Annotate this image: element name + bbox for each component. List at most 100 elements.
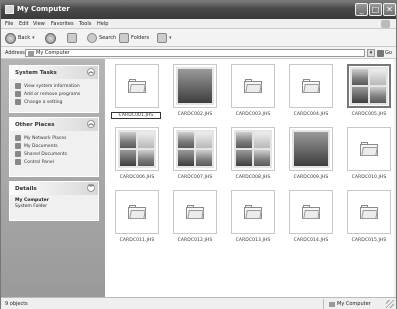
address-input[interactable]: My Computer bbox=[25, 49, 365, 57]
file-item[interactable]: CARDC007.JHS bbox=[167, 127, 223, 189]
file-item[interactable]: CARDC012.JHS bbox=[167, 190, 223, 252]
go-button[interactable]: Go bbox=[377, 49, 395, 57]
photo-thumbnail bbox=[118, 130, 156, 168]
status-location-label: My Computer bbox=[337, 301, 371, 307]
file-item[interactable]: CARDC006.JHS bbox=[109, 127, 165, 189]
search-icon bbox=[87, 33, 97, 43]
maximize-button[interactable]: □ bbox=[369, 3, 382, 16]
folder-up-icon bbox=[67, 33, 77, 43]
file-item[interactable]: CARDC008.JHS bbox=[225, 127, 281, 189]
folder-icon bbox=[231, 190, 275, 234]
go-arrow-icon bbox=[377, 49, 384, 57]
search-button[interactable]: Search bbox=[87, 32, 116, 44]
file-label: CARDC009.JHS bbox=[293, 175, 329, 180]
folder-icon bbox=[115, 64, 159, 108]
other-places-title: Other Places bbox=[15, 122, 55, 128]
file-label: CARDC002.JHS bbox=[177, 112, 213, 117]
explorer-window: My Computer _ □ ✕ File Edit View Favorit… bbox=[0, 0, 397, 309]
scrollbar[interactable] bbox=[394, 59, 396, 297]
forward-arrow-icon bbox=[45, 32, 56, 44]
folder-icon bbox=[360, 142, 378, 156]
collapse-icon[interactable]: ︽ bbox=[87, 68, 95, 76]
file-label: CARDC008.JHS bbox=[235, 175, 271, 180]
menu-tools[interactable]: Tools bbox=[79, 21, 91, 27]
file-label: CARDC011.JHS bbox=[119, 238, 155, 243]
file-item[interactable]: CARDC015.JHS bbox=[341, 190, 397, 252]
address-dropdown-icon[interactable]: ▾ bbox=[367, 49, 375, 57]
task-label: Add or remove programs bbox=[24, 91, 81, 97]
folder-icon bbox=[302, 205, 320, 219]
task-change-setting[interactable]: Change a setting bbox=[15, 98, 93, 106]
menu-edit[interactable]: Edit bbox=[19, 21, 29, 27]
go-label: Go bbox=[385, 50, 392, 56]
status-location: My Computer bbox=[329, 301, 371, 307]
file-item[interactable]: CARDC003.JHS bbox=[225, 64, 281, 126]
system-tasks-header[interactable]: System Tasks ︽ bbox=[10, 66, 98, 79]
folder-icon bbox=[289, 190, 333, 234]
minimize-button[interactable]: _ bbox=[355, 3, 368, 16]
views-icon bbox=[157, 33, 167, 43]
computer-icon bbox=[5, 5, 14, 14]
folder-icon bbox=[244, 79, 262, 93]
up-button[interactable] bbox=[67, 32, 77, 44]
expand-icon[interactable]: ︾ bbox=[87, 184, 95, 192]
folder-icon bbox=[289, 64, 333, 108]
details-panel: Details ︾ My Computer System Folder bbox=[9, 181, 99, 221]
folder-icon bbox=[347, 127, 391, 171]
details-header[interactable]: Details ︾ bbox=[10, 182, 98, 195]
system-tasks-panel: System Tasks ︽ View system information A… bbox=[9, 65, 99, 113]
file-item[interactable]: CARDC005.JHS bbox=[341, 64, 397, 126]
place-shared-documents[interactable]: Shared Documents bbox=[15, 150, 93, 158]
file-item[interactable]: CARDC009.JHS bbox=[283, 127, 339, 189]
forward-button[interactable] bbox=[45, 32, 56, 44]
file-item[interactable]: CARDC010.JHS bbox=[341, 127, 397, 189]
task-view-system-info[interactable]: View system information bbox=[15, 82, 93, 90]
task-add-remove-programs[interactable]: Add or remove programs bbox=[15, 90, 93, 98]
file-label: CARDC006.JHS bbox=[119, 175, 155, 180]
resize-grip[interactable] bbox=[386, 300, 394, 308]
menu-view[interactable]: View bbox=[33, 21, 45, 27]
status-bar: 9 objects My Computer bbox=[1, 297, 396, 309]
folder-icon bbox=[186, 205, 204, 219]
photo-thumbnail bbox=[234, 130, 272, 168]
menu-file[interactable]: File bbox=[5, 21, 13, 27]
task-label: View system information bbox=[24, 83, 80, 89]
computer-icon bbox=[28, 51, 34, 56]
task-label: Change a setting bbox=[24, 99, 63, 105]
file-item[interactable]: CARDC004.JHS bbox=[283, 64, 339, 126]
toolbar: Back ▾ Search Folders ▾ bbox=[1, 29, 396, 47]
file-label: CARDC015.JHS bbox=[351, 238, 387, 243]
views-button[interactable]: ▾ bbox=[157, 32, 172, 44]
details-type: System Folder bbox=[15, 204, 48, 209]
file-item[interactable]: CARDC002.JHS bbox=[167, 64, 223, 126]
menu-favorites[interactable]: Favorites bbox=[51, 21, 74, 27]
file-item[interactable]: CARDC001.JHS bbox=[109, 64, 165, 126]
other-places-panel: Other Places ︽ My Network Places My Docu… bbox=[9, 117, 99, 177]
back-button[interactable]: Back ▾ bbox=[5, 32, 35, 44]
back-dropdown-icon[interactable]: ▾ bbox=[32, 35, 35, 41]
folders-button[interactable]: Folders bbox=[119, 32, 149, 44]
place-label: Control Panel bbox=[24, 159, 54, 165]
settings-icon bbox=[15, 99, 21, 105]
rename-field[interactable]: CARDC001.JHS bbox=[111, 112, 161, 119]
title-bar[interactable]: My Computer _ □ ✕ bbox=[1, 1, 396, 19]
views-dropdown-icon[interactable]: ▾ bbox=[169, 35, 172, 41]
file-item[interactable]: CARDC013.JHS bbox=[225, 190, 281, 252]
back-arrow-icon bbox=[5, 32, 16, 44]
photo-folder-icon bbox=[173, 127, 217, 171]
folders-icon bbox=[119, 33, 129, 43]
place-label: My Documents bbox=[24, 143, 58, 149]
photo-folder-icon bbox=[347, 64, 391, 108]
place-control-panel[interactable]: Control Panel bbox=[15, 158, 93, 166]
place-my-documents[interactable]: My Documents bbox=[15, 142, 93, 150]
place-network[interactable]: My Network Places bbox=[15, 134, 93, 142]
menu-help[interactable]: Help bbox=[97, 21, 108, 27]
other-places-header[interactable]: Other Places ︽ bbox=[10, 118, 98, 131]
photo-folder-icon bbox=[289, 127, 333, 171]
close-button[interactable]: ✕ bbox=[383, 3, 396, 16]
windows-flag-icon bbox=[381, 20, 390, 28]
collapse-icon[interactable]: ︽ bbox=[87, 120, 95, 128]
file-item[interactable]: CARDC011.JHS bbox=[109, 190, 165, 252]
photo-folder-icon bbox=[231, 127, 275, 171]
file-item[interactable]: CARDC014.JHS bbox=[283, 190, 339, 252]
